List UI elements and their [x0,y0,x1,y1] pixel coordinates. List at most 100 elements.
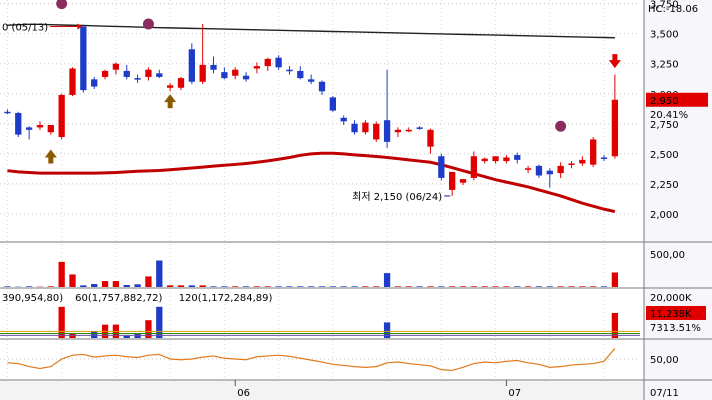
volume-bar [611,272,619,287]
candle-body [69,68,76,95]
candle-body [340,117,347,122]
volume-bar [590,286,597,287]
volume-ma-tick-label: 20,000K [650,293,692,304]
volume-bar [210,286,217,287]
volume-bar [329,286,336,287]
volume-bar [112,281,120,287]
oscillator-tick-label: 50,00 [650,355,679,366]
volume-bar [123,285,130,287]
volume-bar [394,286,402,287]
volume-ma-bar [611,312,619,338]
volume-ma-bar [123,335,130,338]
candle-body [232,69,239,76]
volume-bar [579,286,586,287]
candle-body [101,70,109,77]
volume-bar [242,286,250,287]
volume-bar [101,281,109,287]
candle-body [329,97,336,111]
candle-body [221,72,228,79]
volume-bar [438,286,445,287]
candle-body [4,111,11,114]
x-axis-tick-label: 06 [237,388,250,399]
volume-bar [383,273,391,287]
candle-body [199,64,206,82]
current-change-label: 20.41% [650,110,688,121]
candle-body [80,26,87,91]
candle-body [58,94,65,138]
volume-bar [492,286,499,287]
volume-bar [91,284,98,287]
volume-bar [351,286,358,287]
volume-bar [264,286,271,287]
candle-body [481,158,488,162]
x-axis-tick-label: 07 [508,388,521,399]
candle-body [524,168,532,170]
current-price-label: 2,950 [650,96,679,107]
candle-body [362,122,369,133]
candle-body [177,78,185,88]
volume-bar [600,286,608,287]
candle-body [36,125,44,128]
candle-body [134,78,141,80]
volume-bar [373,286,380,287]
candle-body [242,75,250,80]
volume-bar [503,286,510,287]
candle-body [503,157,510,162]
volume-bar [459,286,467,287]
candle-body [449,171,456,190]
volume-bar [535,286,543,287]
volume-bar [449,286,456,287]
price-tick-label: 2,250 [650,180,679,191]
candle-body [590,139,597,165]
volume-bar [362,286,369,287]
candle-body [470,156,478,178]
candle-body [383,120,391,142]
volume-bar [297,286,304,287]
candle-body [416,127,423,129]
candle-body [546,170,553,175]
candle-body [459,179,467,183]
price-tick-label: 2,500 [650,150,679,161]
candle-body [286,69,293,72]
candle-body [15,112,22,135]
volume-bar [69,274,76,287]
volume-bar [188,285,195,287]
candle-body [25,127,33,130]
candle-body [166,85,174,88]
candle-body [112,63,120,70]
signal-circle-marker [142,18,154,30]
volume-bar [80,285,87,287]
candle-body [557,165,564,174]
volume-bar [232,286,239,287]
candle-body [427,129,434,147]
price-tick-label: 3,500 [650,30,679,41]
x-axis-band [0,381,712,400]
candle-body [275,57,282,68]
candle-body [156,73,163,77]
candle-body [318,81,326,92]
volume-bar [470,286,478,287]
candle-body [579,159,586,164]
x-axis-right-label: 07/11 [650,388,679,399]
volume-ma-legend-label: 120(1,172,284,89) [179,293,273,304]
volume-bar [514,286,521,287]
candle-body [188,49,195,82]
volume-bar [427,286,434,287]
volume-bar [253,286,261,287]
volume-bar [4,286,11,287]
candle-body [264,58,271,67]
volume-bar [275,286,282,287]
candle-body [145,69,152,77]
volume-bar [524,286,532,287]
candle-body [405,129,412,132]
candle-body [297,70,304,79]
volume-bar [308,286,315,287]
candle-body [535,165,543,176]
volume-bar [47,286,54,287]
candle-body [210,64,217,70]
header-readout: HC:-18.06 [648,4,698,15]
volume-bar [156,260,163,287]
candle-body [91,79,98,87]
candle-body [253,66,261,69]
candle-body [492,156,499,162]
